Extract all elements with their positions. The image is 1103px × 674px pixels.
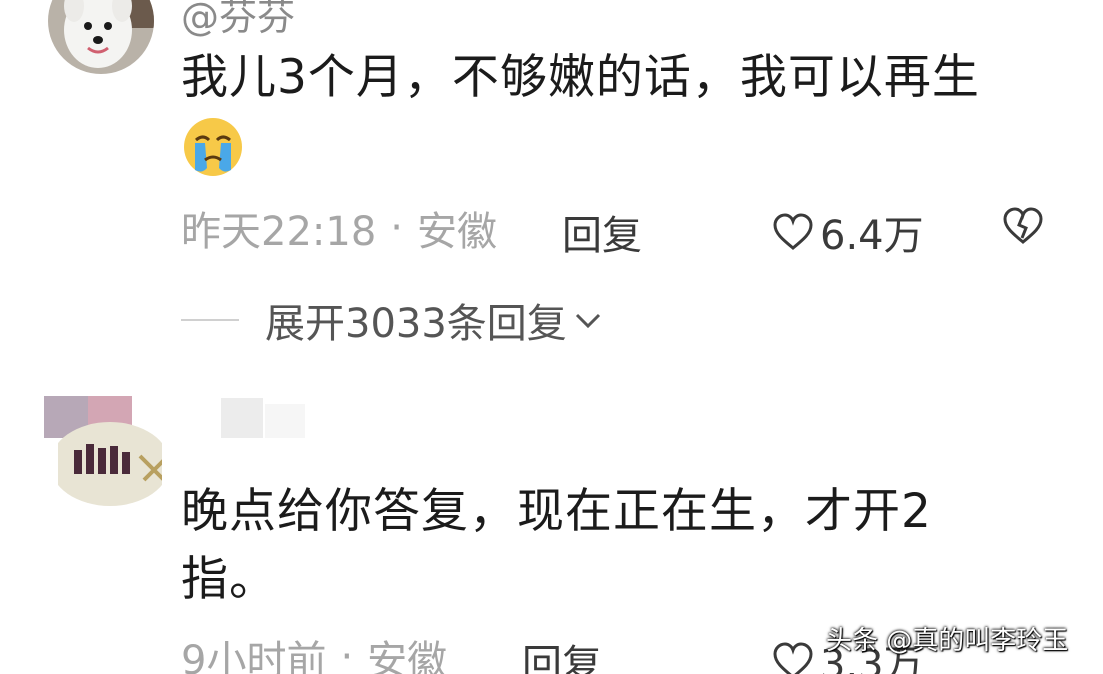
avatar[interactable] <box>48 0 154 74</box>
like-count: 6.4万 <box>820 213 924 259</box>
comment-meta: 昨天22:18 · 安徽 <box>181 203 497 255</box>
divider <box>181 319 239 321</box>
broken-heart-icon <box>1003 207 1043 244</box>
heart-outline-icon <box>773 213 813 250</box>
expand-replies-button[interactable]: 展开3033条回复 <box>181 296 605 347</box>
meta-separator: · <box>390 205 403 251</box>
watermark: 头条 @真的叫李玲玉 <box>826 626 1069 656</box>
comment-time: 9小时前 <box>181 638 327 674</box>
heart-outline-icon <box>773 642 813 674</box>
avatar-pixelated-image <box>44 396 176 508</box>
comment-location: 安徽 <box>367 638 448 674</box>
comment-meta: 9小时前 · 安徽 <box>181 632 447 674</box>
username-blurred[interactable] <box>221 398 263 438</box>
comment-thread: @芬芬 我儿3个月，不够嫩的话，我可以再生 昨天22:18 · 安徽 回复 6.… <box>0 0 1103 674</box>
comment-text: 我儿3个月，不够嫩的话，我可以再生 <box>181 50 980 105</box>
like-button[interactable]: 6.4万 <box>772 203 924 261</box>
reply-button[interactable]: 回复 <box>562 203 642 261</box>
meta-separator: · <box>340 634 354 674</box>
comment-username[interactable]: @芬芬 <box>181 0 295 41</box>
reply-button[interactable]: 回复 <box>522 632 602 674</box>
expand-replies-label: 展开3033条回复 <box>265 301 567 347</box>
comment-time: 昨天22:18 <box>181 209 377 255</box>
chevron-down-icon <box>575 313 600 329</box>
username-blurred-part <box>265 404 305 438</box>
avatar[interactable] <box>44 396 176 508</box>
comment-location: 安徽 <box>417 209 497 255</box>
comment-text: 晚点给你答复，现在正在生，才开2 <box>181 484 932 539</box>
avatar-dog-image <box>48 0 154 74</box>
comment-text-line2: 指。 <box>181 552 277 607</box>
crying-emoji-icon <box>182 116 244 178</box>
dislike-button[interactable] <box>1002 206 1044 250</box>
